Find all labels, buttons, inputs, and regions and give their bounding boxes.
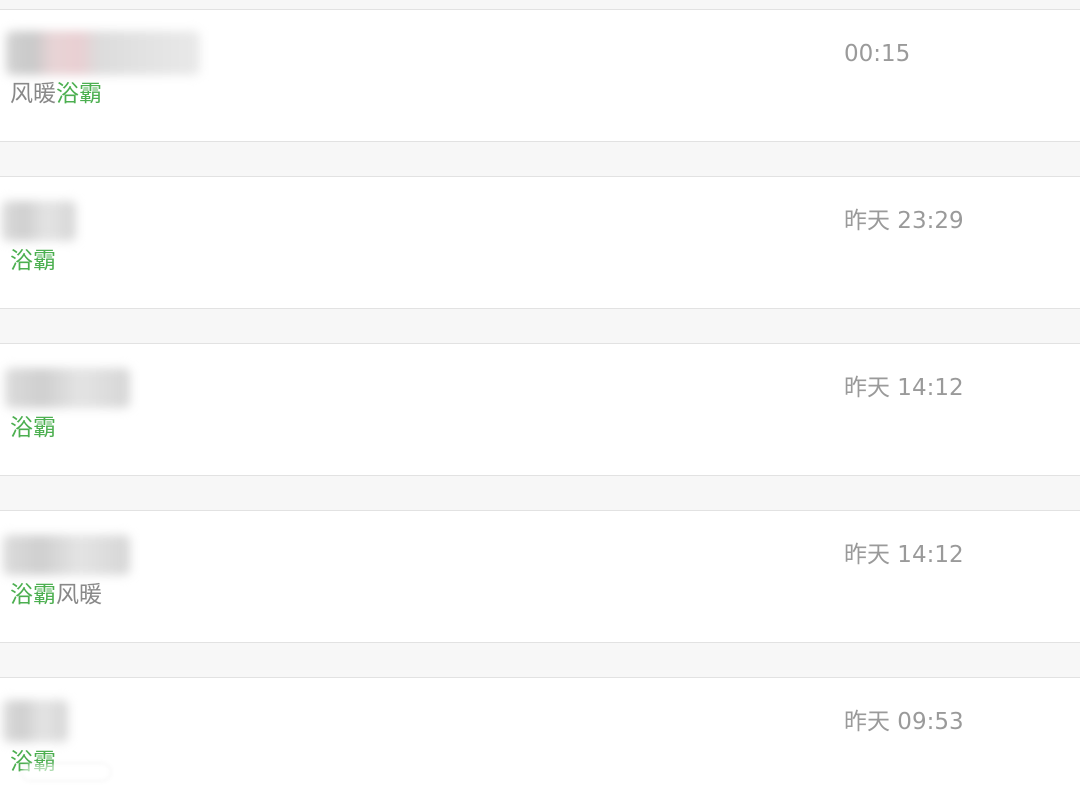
result-item[interactable]: 浴霸 昨天 14:12 (0, 343, 1080, 476)
message-time: 昨天 14:12 (844, 375, 964, 401)
section-gap (0, 643, 1080, 677)
result-item[interactable]: 浴霸 昨天 23:29 (0, 176, 1080, 309)
search-results-list: 风暖浴霸 00:15 浴霸 昨天 23:29 浴霸 昨天 14:12 浴霸风暖 … (0, 0, 1080, 799)
contact-name-blurred (2, 201, 76, 241)
result-item[interactable]: 风暖浴霸 00:15 (0, 9, 1080, 142)
section-gap (0, 476, 1080, 510)
message-time: 昨天 23:29 (844, 208, 964, 234)
section-gap (0, 0, 1080, 9)
message-snippet: 浴霸风暖 (10, 579, 102, 611)
contact-name-blurred (3, 700, 68, 742)
message-snippet: 浴霸 (10, 245, 56, 277)
snippet-text: 风暖 (10, 81, 56, 107)
contact-name-blurred (6, 31, 200, 75)
contact-name-blurred (5, 368, 130, 408)
watermark (22, 764, 110, 780)
result-item[interactable]: 浴霸风暖 昨天 14:12 (0, 510, 1080, 643)
contact-name-blurred (3, 535, 130, 575)
section-gap (0, 142, 1080, 176)
message-time: 00:15 (844, 41, 911, 67)
message-time: 昨天 09:53 (844, 709, 964, 735)
keyword-highlight: 浴霸 (10, 415, 56, 441)
keyword-highlight: 浴霸 (10, 248, 56, 274)
keyword-highlight: 浴霸 (10, 582, 56, 608)
message-snippet: 风暖浴霸 (10, 78, 102, 110)
snippet-text: 风暖 (56, 582, 102, 608)
message-snippet: 浴霸 (10, 412, 56, 444)
result-item[interactable]: 浴霸 昨天 09:53 (0, 677, 1080, 799)
message-time: 昨天 14:12 (844, 542, 964, 568)
section-gap (0, 309, 1080, 343)
keyword-highlight: 浴霸 (56, 81, 102, 107)
